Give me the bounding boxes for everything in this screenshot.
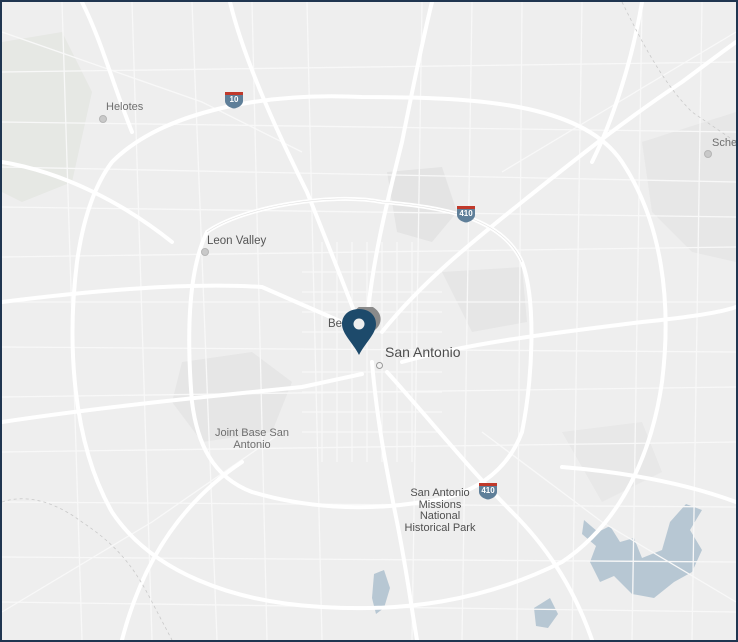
jbsa-label-line1: Joint Base San xyxy=(215,427,289,439)
primary-location-pin-icon[interactable] xyxy=(342,309,376,355)
missions-label-line1: San Antonio xyxy=(410,487,470,499)
interstate-10-number: 10 xyxy=(229,95,239,104)
schertz-label: Sche xyxy=(712,137,738,149)
jbsa-label-line2: Antonio xyxy=(233,438,271,451)
missions-label-line2: Missions xyxy=(418,498,462,511)
interstate-410-north-shield-icon: 410 xyxy=(455,205,477,223)
schertz-dot xyxy=(704,150,712,158)
interstate-410-south-shield-icon: 410 xyxy=(477,482,499,500)
map-view[interactable]: Helotes Leon Valley Sche Bex San Antonio… xyxy=(0,0,738,642)
missions-label-line3: National xyxy=(419,510,461,523)
helotes-label: Helotes xyxy=(106,101,144,113)
interstate-10-shield-icon: 10 xyxy=(223,91,245,109)
leon-valley-dot xyxy=(201,248,209,256)
missions-label-line4: Historical Park xyxy=(404,521,476,534)
location-markers xyxy=(342,307,381,355)
interstate-410-south-number: 410 xyxy=(481,486,495,495)
leon-valley-label: Leon Valley xyxy=(207,235,267,247)
missions-label: San Antonio Missions National Historical… xyxy=(395,487,485,534)
jbsa-label: Joint Base San Antonio xyxy=(207,427,297,451)
helotes-dot xyxy=(99,115,107,123)
interstate-410-north-number: 410 xyxy=(459,209,473,218)
